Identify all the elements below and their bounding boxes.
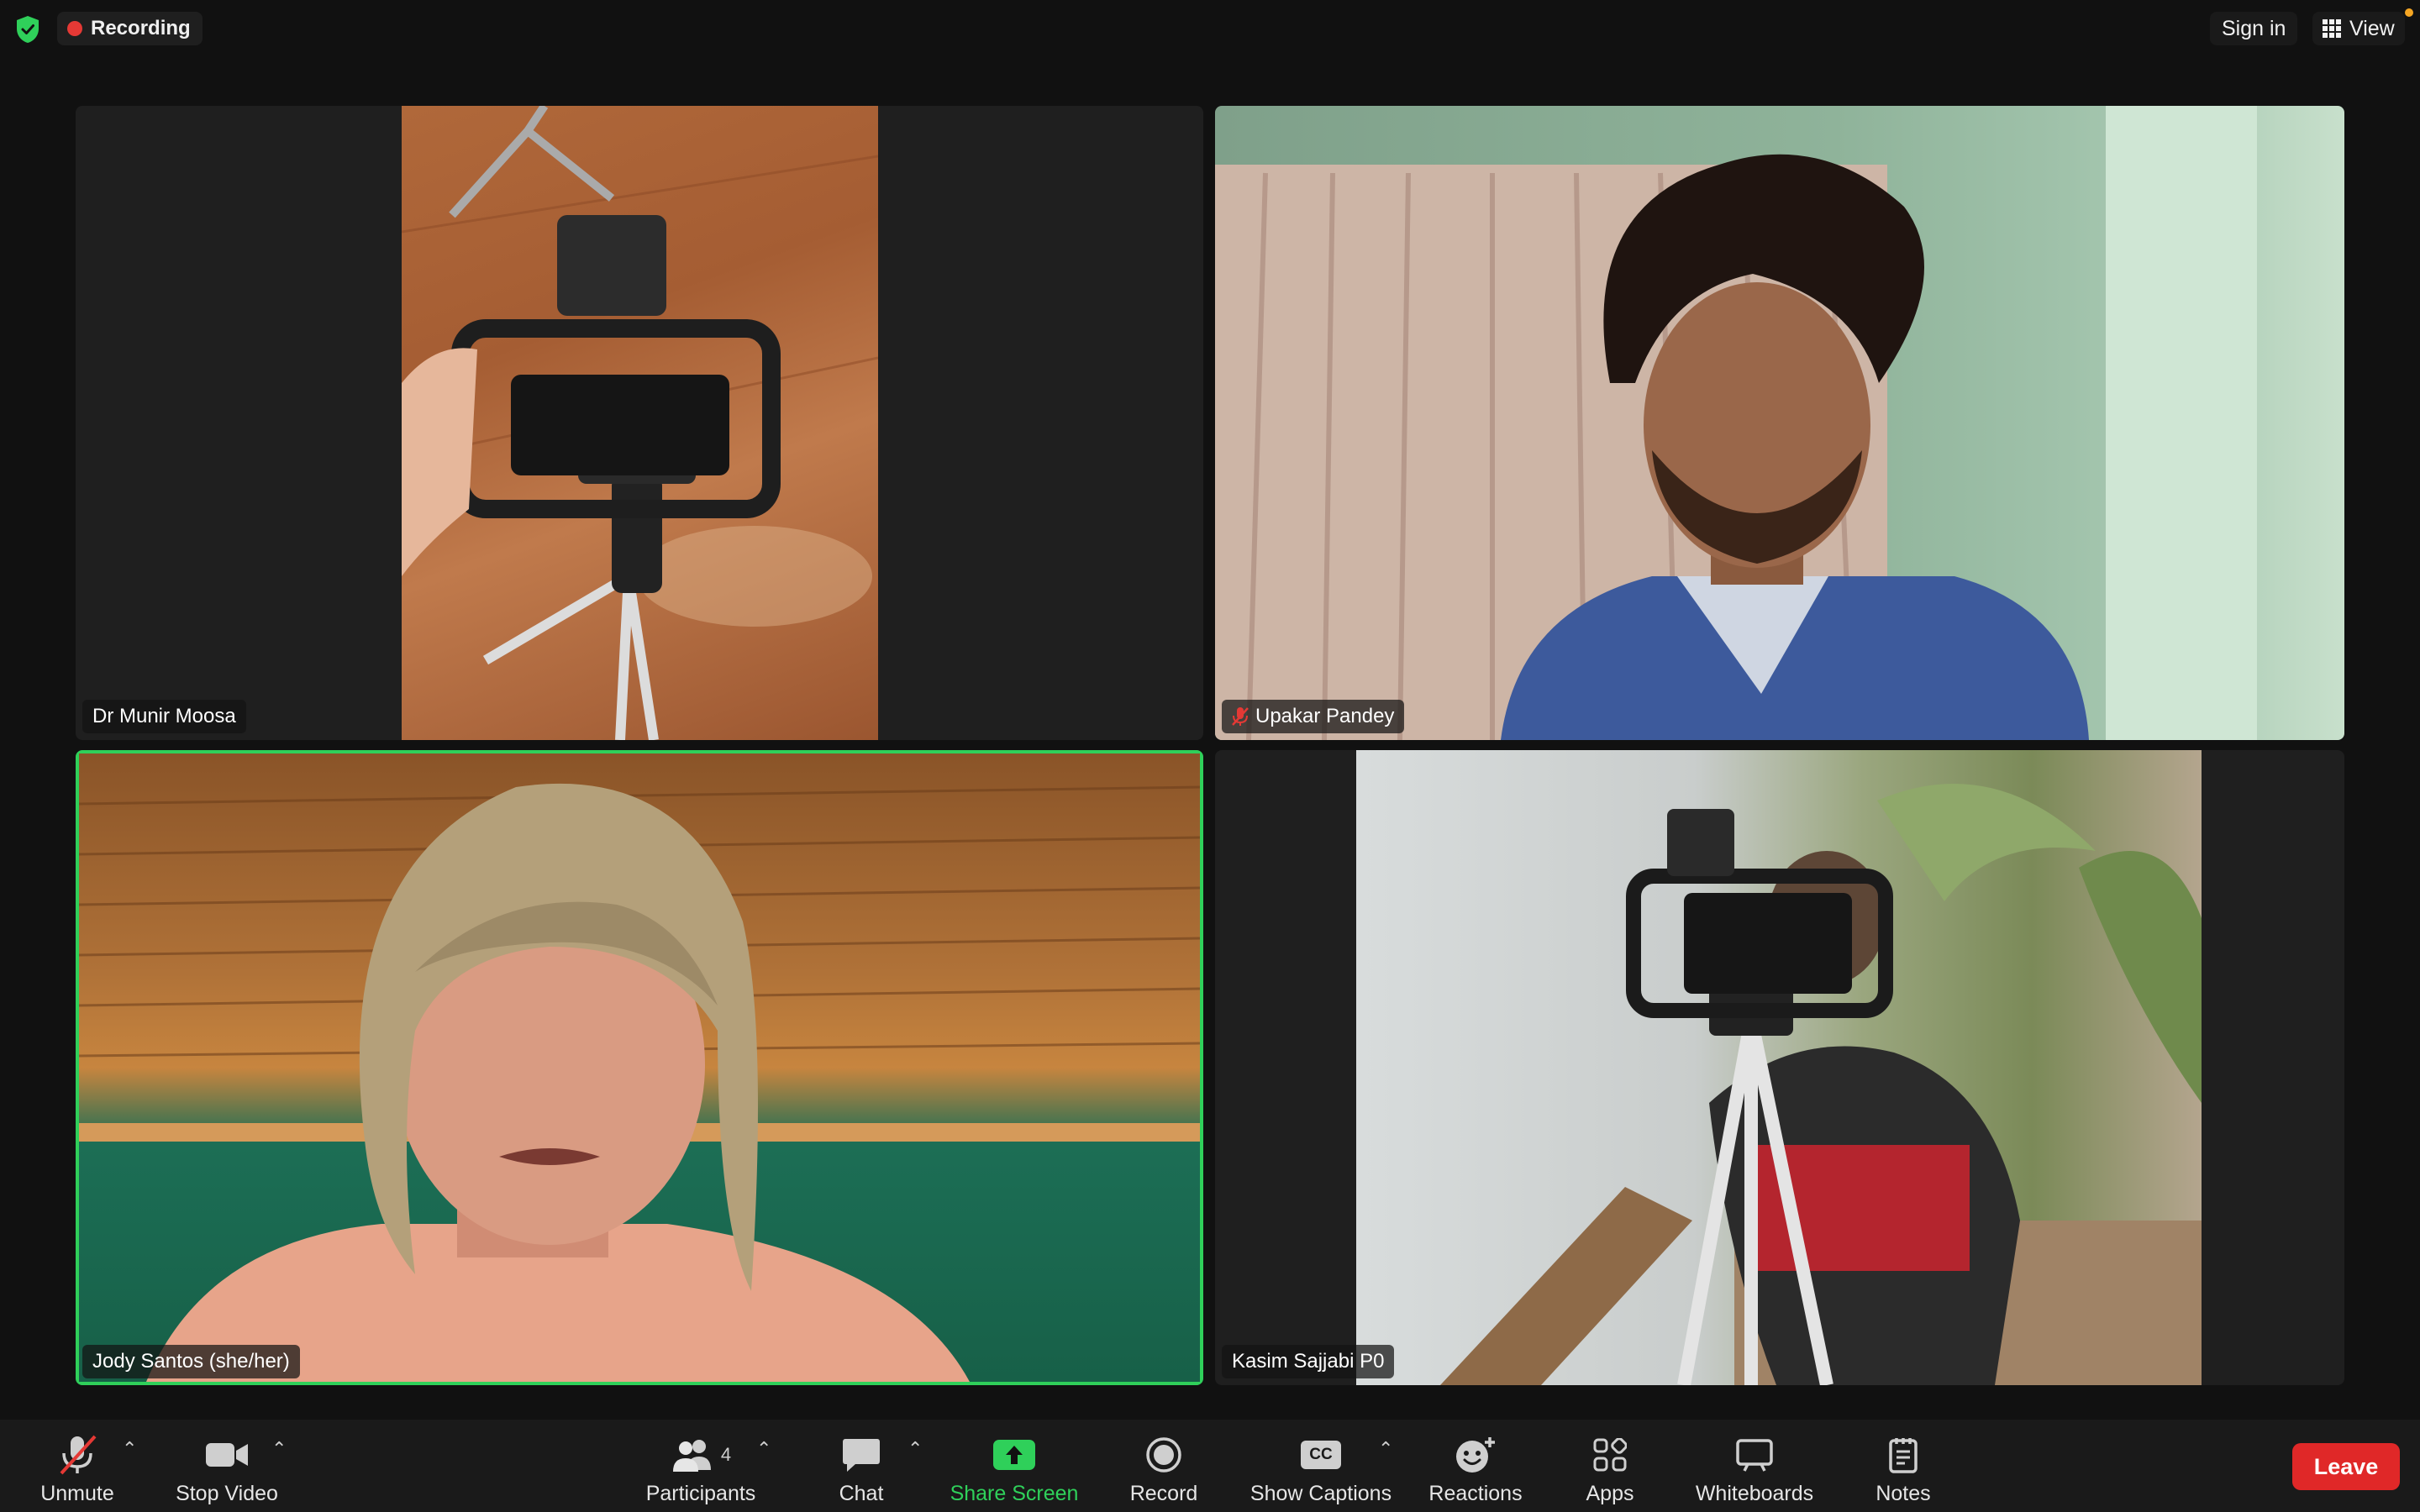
participant-name: Dr Munir Moosa	[92, 705, 236, 727]
sign-in-button[interactable]: Sign in	[2210, 12, 2298, 45]
video-feed	[402, 106, 878, 740]
participants-button[interactable]: 4 Participants	[639, 1420, 763, 1512]
participant-name: Upakar Pandey	[1255, 705, 1395, 727]
security-shield-icon[interactable]	[15, 15, 40, 44]
notification-dot	[2405, 8, 2413, 17]
camera-operator-image	[1440, 784, 2202, 1385]
show-captions-button[interactable]: CC Show Captions	[1249, 1420, 1393, 1512]
notes-label: Notes	[1876, 1482, 1931, 1505]
participant-name-tag: Kasim Sajjabi P0	[1222, 1345, 1395, 1378]
video-feed	[1215, 106, 2344, 740]
participant-name: Kasim Sajjabi P0	[1232, 1350, 1385, 1373]
camera-rig-image	[402, 106, 878, 740]
smiley-plus-icon	[1456, 1437, 1495, 1473]
whiteboards-button[interactable]: Whiteboards	[1687, 1420, 1822, 1512]
participants-count: 4	[720, 1444, 732, 1465]
chat-label: Chat	[839, 1482, 884, 1505]
recording-label: Recording	[91, 17, 191, 39]
apps-label: Apps	[1586, 1482, 1634, 1505]
participant-name-tag: Upakar Pandey	[1222, 700, 1405, 733]
record-button[interactable]: Record	[1118, 1420, 1210, 1512]
share-screen-arrow-icon	[993, 1440, 1035, 1470]
captions-options-chevron-icon[interactable]: ⌃	[1378, 1438, 1393, 1460]
notes-button[interactable]: Notes	[1864, 1420, 1943, 1512]
meeting-top-bar: Recording Sign in View	[0, 0, 2420, 59]
participant-name-tag: Dr Munir Moosa	[82, 700, 246, 733]
chat-bubble-icon	[843, 1439, 880, 1472]
video-tile-munir-moosa[interactable]: Dr Munir Moosa	[76, 106, 1203, 740]
participant-name: Jody Santos (she/her)	[92, 1350, 290, 1373]
video-feed	[79, 753, 1200, 1382]
view-button[interactable]: View	[2312, 12, 2405, 45]
participants-options-chevron-icon[interactable]: ⌃	[756, 1438, 771, 1460]
whiteboards-label: Whiteboards	[1695, 1482, 1814, 1505]
grid-view-icon	[2323, 19, 2341, 38]
person-image	[1215, 106, 2257, 740]
whiteboard-icon	[1736, 1439, 1773, 1472]
video-camera-icon	[206, 1443, 248, 1467]
captions-badge-text: CC	[1309, 1446, 1333, 1463]
record-icon	[1146, 1437, 1181, 1473]
person-image	[79, 783, 1200, 1382]
chat-button[interactable]: Chat	[823, 1420, 899, 1512]
share-screen-label: Share Screen	[950, 1482, 1079, 1505]
video-tile-jody-santos[interactable]: Jody Santos (she/her)	[76, 750, 1203, 1385]
meeting-controls-toolbar: Unmute ⌃ Stop Video ⌃ 4 Participants ⌃ C…	[0, 1420, 2420, 1512]
view-label: View	[2349, 16, 2395, 40]
show-captions-label: Show Captions	[1249, 1482, 1392, 1505]
muted-mic-icon	[1232, 707, 1249, 726]
stop-video-button[interactable]: Stop Video	[166, 1420, 287, 1512]
recording-indicator[interactable]: Recording	[57, 12, 203, 45]
apps-grid-icon	[1593, 1438, 1627, 1472]
chat-options-chevron-icon[interactable]: ⌃	[908, 1438, 923, 1460]
notes-icon	[1889, 1438, 1918, 1473]
video-feed	[1356, 750, 2202, 1385]
leave-button[interactable]: Leave	[2292, 1443, 2400, 1490]
participant-name-tag: Jody Santos (she/her)	[82, 1345, 300, 1378]
apps-button[interactable]: Apps	[1570, 1420, 1650, 1512]
stop-video-label: Stop Video	[176, 1482, 278, 1505]
muted-microphone-icon	[60, 1435, 97, 1475]
participants-label: Participants	[645, 1482, 756, 1505]
video-tile-upakar-pandey[interactable]: Upakar Pandey	[1215, 106, 2344, 740]
reactions-button[interactable]: Reactions	[1423, 1420, 1528, 1512]
participants-icon	[672, 1440, 711, 1472]
unmute-label: Unmute	[40, 1482, 114, 1505]
reactions-label: Reactions	[1428, 1482, 1523, 1505]
record-label: Record	[1129, 1482, 1198, 1505]
unmute-button[interactable]: Unmute	[34, 1420, 121, 1512]
recording-dot-icon	[67, 21, 82, 36]
video-tile-kasim-sajjabi[interactable]: Kasim Sajjabi P0	[1215, 750, 2344, 1385]
closed-captions-icon: CC	[1301, 1441, 1341, 1469]
share-screen-button[interactable]: Share Screen	[944, 1420, 1084, 1512]
video-options-chevron-icon[interactable]: ⌃	[271, 1438, 287, 1460]
audio-options-chevron-icon[interactable]: ⌃	[122, 1438, 137, 1460]
